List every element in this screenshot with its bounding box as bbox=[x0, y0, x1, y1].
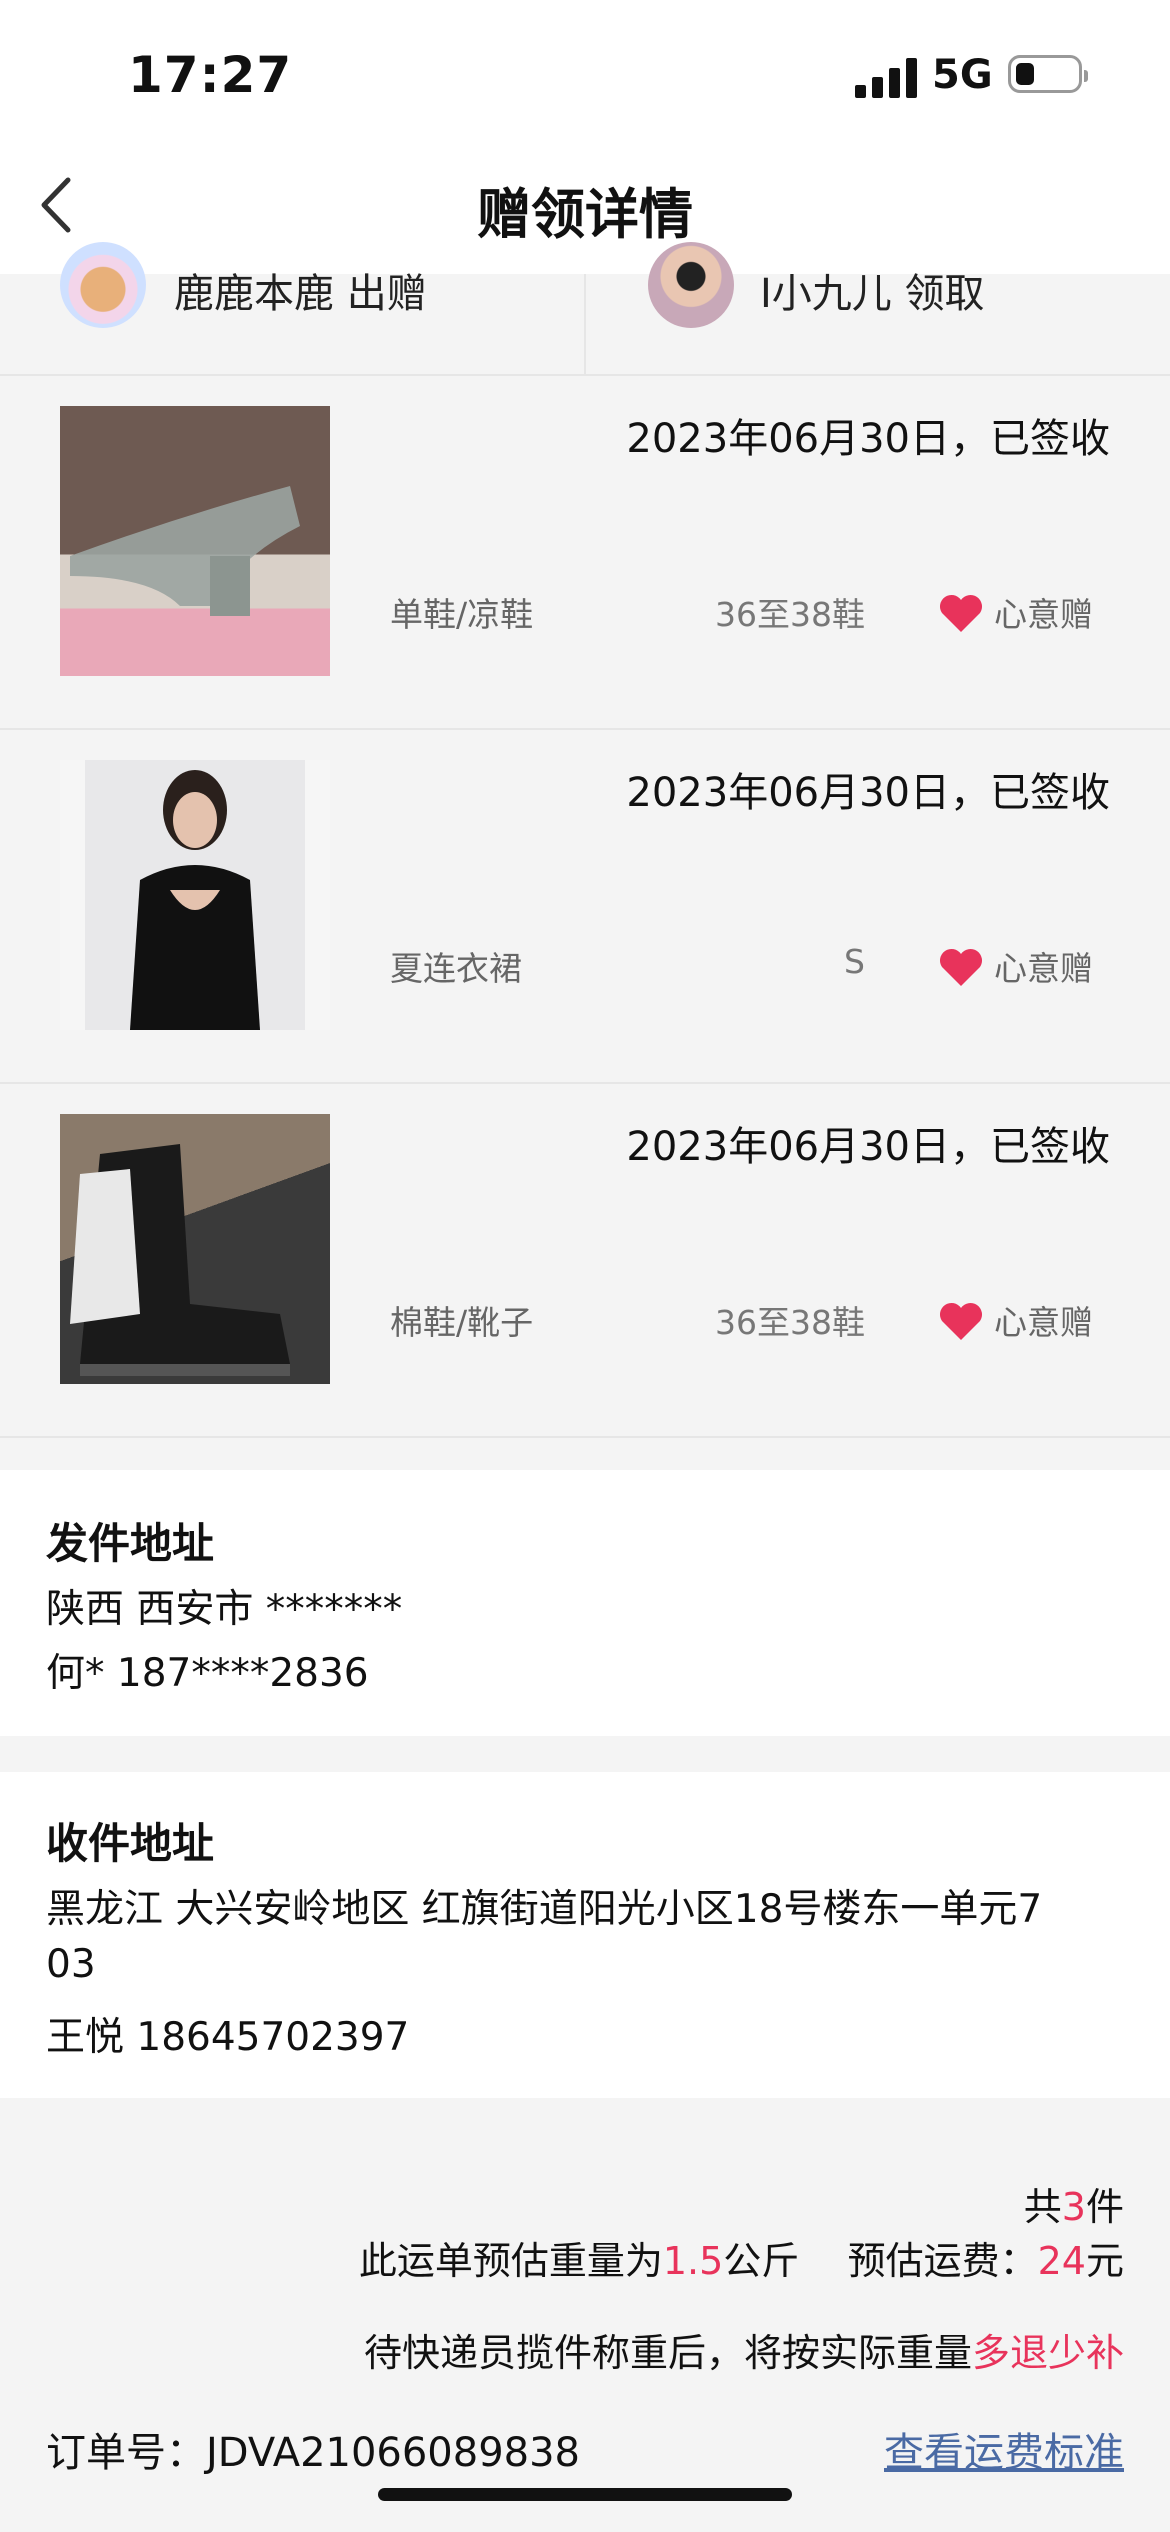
item-date: 2023年06月30日，已签收 bbox=[626, 770, 1110, 816]
view-shipping-fee-link[interactable]: 查看运费标准 bbox=[884, 2420, 1124, 2478]
user-divider bbox=[584, 274, 586, 374]
weight-value: 1.5 bbox=[662, 2239, 724, 2283]
item-tag: 心意赠 bbox=[994, 949, 1093, 988]
dress-image bbox=[85, 760, 305, 1030]
receiver-contact: 王悦 18645702397 bbox=[46, 2015, 410, 2060]
boots-image bbox=[70, 1144, 290, 1376]
receiver-label: I小九儿 领取 bbox=[760, 274, 985, 314]
item-tag: 心意赠 bbox=[994, 1303, 1093, 1342]
sender-contact: 何* 187****2836 bbox=[46, 1651, 369, 1696]
giver-avatar[interactable] bbox=[60, 242, 146, 328]
nav-bar: 赠领详情 bbox=[0, 150, 1170, 274]
item-size: 36至38鞋 bbox=[715, 1303, 865, 1342]
item-thumbnail[interactable] bbox=[60, 760, 330, 1030]
item-size: 36至38鞋 bbox=[715, 595, 865, 634]
item-tag: 心意赠 bbox=[994, 595, 1093, 634]
network-label: 5G bbox=[932, 52, 993, 98]
item-count-value: 3 bbox=[1061, 2185, 1086, 2229]
receiver-address-card: 收件地址 黑龙江 大兴安岭地区 红旗街道阳光小区18号楼东一单元7 03 王悦 … bbox=[0, 1772, 1170, 2098]
list-item[interactable]: 2023年06月30日，已签收 单鞋/凉鞋 36至38鞋 心意赠 bbox=[0, 376, 1170, 730]
item-category: 棉鞋/靴子 bbox=[390, 1303, 534, 1342]
order-number: 订单号：JDVA21066089838 bbox=[46, 2420, 580, 2478]
receiver-name[interactable]: I小九儿 bbox=[760, 271, 892, 317]
battery-icon bbox=[1008, 55, 1088, 93]
giver-action: 出赠 bbox=[346, 271, 427, 317]
sender-title: 发件地址 bbox=[46, 1519, 215, 1568]
heart-icon bbox=[939, 594, 983, 632]
giver-name[interactable]: 鹿鹿本鹿 bbox=[174, 271, 334, 317]
receiver-address-line1: 黑龙江 大兴安岭地区 红旗街道阳光小区18号楼东一单元7 bbox=[46, 1887, 1043, 1932]
item-date: 2023年06月30日，已签收 bbox=[626, 416, 1110, 462]
sandal-image bbox=[70, 486, 300, 616]
signal-icon bbox=[855, 58, 917, 98]
weight-note: 待快递员揽件称重后，将按实际重量多退少补 bbox=[363, 2331, 1124, 2375]
item-count: 共3件 bbox=[1023, 2185, 1124, 2229]
status-bar: 17:27 5G bbox=[0, 0, 1170, 150]
item-thumbnail[interactable] bbox=[60, 406, 330, 676]
giver-label: 鹿鹿本鹿 出赠 bbox=[174, 274, 427, 314]
home-indicator[interactable] bbox=[378, 2488, 792, 2501]
receiver-avatar[interactable] bbox=[648, 242, 734, 328]
item-size: S bbox=[844, 942, 865, 981]
item-thumbnail[interactable] bbox=[60, 1114, 330, 1384]
heart-icon bbox=[939, 948, 983, 986]
heart-icon bbox=[939, 1302, 983, 1340]
item-category: 单鞋/凉鞋 bbox=[390, 595, 534, 634]
order-value: JDVA21066089838 bbox=[206, 2430, 581, 2476]
item-date: 2023年06月30日，已签收 bbox=[626, 1124, 1110, 1170]
list-item[interactable]: 2023年06月30日，已签收 夏连衣裙 S 心意赠 bbox=[0, 730, 1170, 1084]
sender-address-card: 发件地址 陕西 西安市 ******* 何* 187****2836 bbox=[0, 1470, 1170, 1736]
receiver-address-line2: 03 bbox=[46, 1942, 96, 1987]
receiver-action: 领取 bbox=[904, 271, 985, 317]
list-item[interactable]: 2023年06月30日，已签收 棉鞋/靴子 36至38鞋 心意赠 bbox=[0, 1084, 1170, 1438]
order-label: 订单号： bbox=[46, 2430, 206, 2476]
user-row: 鹿鹿本鹿 出赠 I小九儿 领取 bbox=[0, 242, 1170, 376]
status-time: 17:27 bbox=[128, 46, 293, 104]
sender-address: 陕西 西安市 ******* bbox=[46, 1587, 403, 1632]
page-title: 赠领详情 bbox=[477, 183, 693, 246]
weight-fee: 此运单预估重量为1.5公斤 预估运费：24元 bbox=[358, 2239, 1124, 2283]
receiver-title: 收件地址 bbox=[46, 1819, 215, 1868]
fee-value: 24 bbox=[1037, 2239, 1086, 2283]
item-category: 夏连衣裙 bbox=[390, 949, 522, 988]
refund-note: 多退少补 bbox=[971, 2331, 1124, 2375]
